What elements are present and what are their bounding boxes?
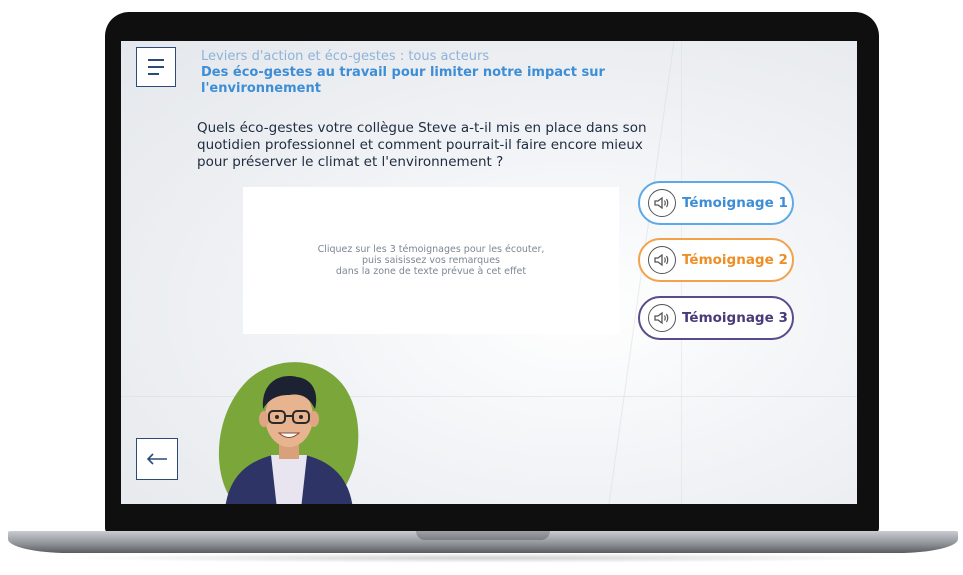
avatar (218, 362, 359, 504)
testimonial-2-label: Témoignage 2 (682, 252, 788, 268)
testimonial-2-button[interactable]: Témoignage 2 (638, 238, 794, 282)
question-text: Quels éco-gestes votre collègue Steve a-… (197, 120, 647, 170)
speaker-icon (648, 304, 676, 332)
speaker-icon (648, 246, 676, 274)
hamburger-menu-icon (148, 59, 164, 61)
testimonial-3-button[interactable]: Témoignage 3 (638, 296, 794, 340)
back-button[interactable] (136, 438, 178, 480)
speaker-icon (648, 189, 676, 217)
app-screen: Leviers d'action et éco-gestes : tous ac… (121, 41, 857, 504)
instruction-text: Cliquez sur les 3 témoignages pour les é… (317, 244, 545, 277)
menu-button[interactable] (136, 47, 176, 87)
breadcrumb: Leviers d'action et éco-gestes : tous ac… (201, 49, 490, 64)
laptop-notch (416, 531, 550, 540)
instruction-panel: Cliquez sur les 3 témoignages pour les é… (243, 187, 619, 334)
testimonial-1-label: Témoignage 1 (682, 195, 788, 211)
testimonial-1-button[interactable]: Témoignage 1 (638, 181, 794, 225)
testimonial-3-label: Témoignage 3 (682, 310, 788, 326)
page-title: Des éco-gestes au travail pour limiter n… (201, 65, 605, 96)
arrow-left-icon (146, 453, 167, 465)
